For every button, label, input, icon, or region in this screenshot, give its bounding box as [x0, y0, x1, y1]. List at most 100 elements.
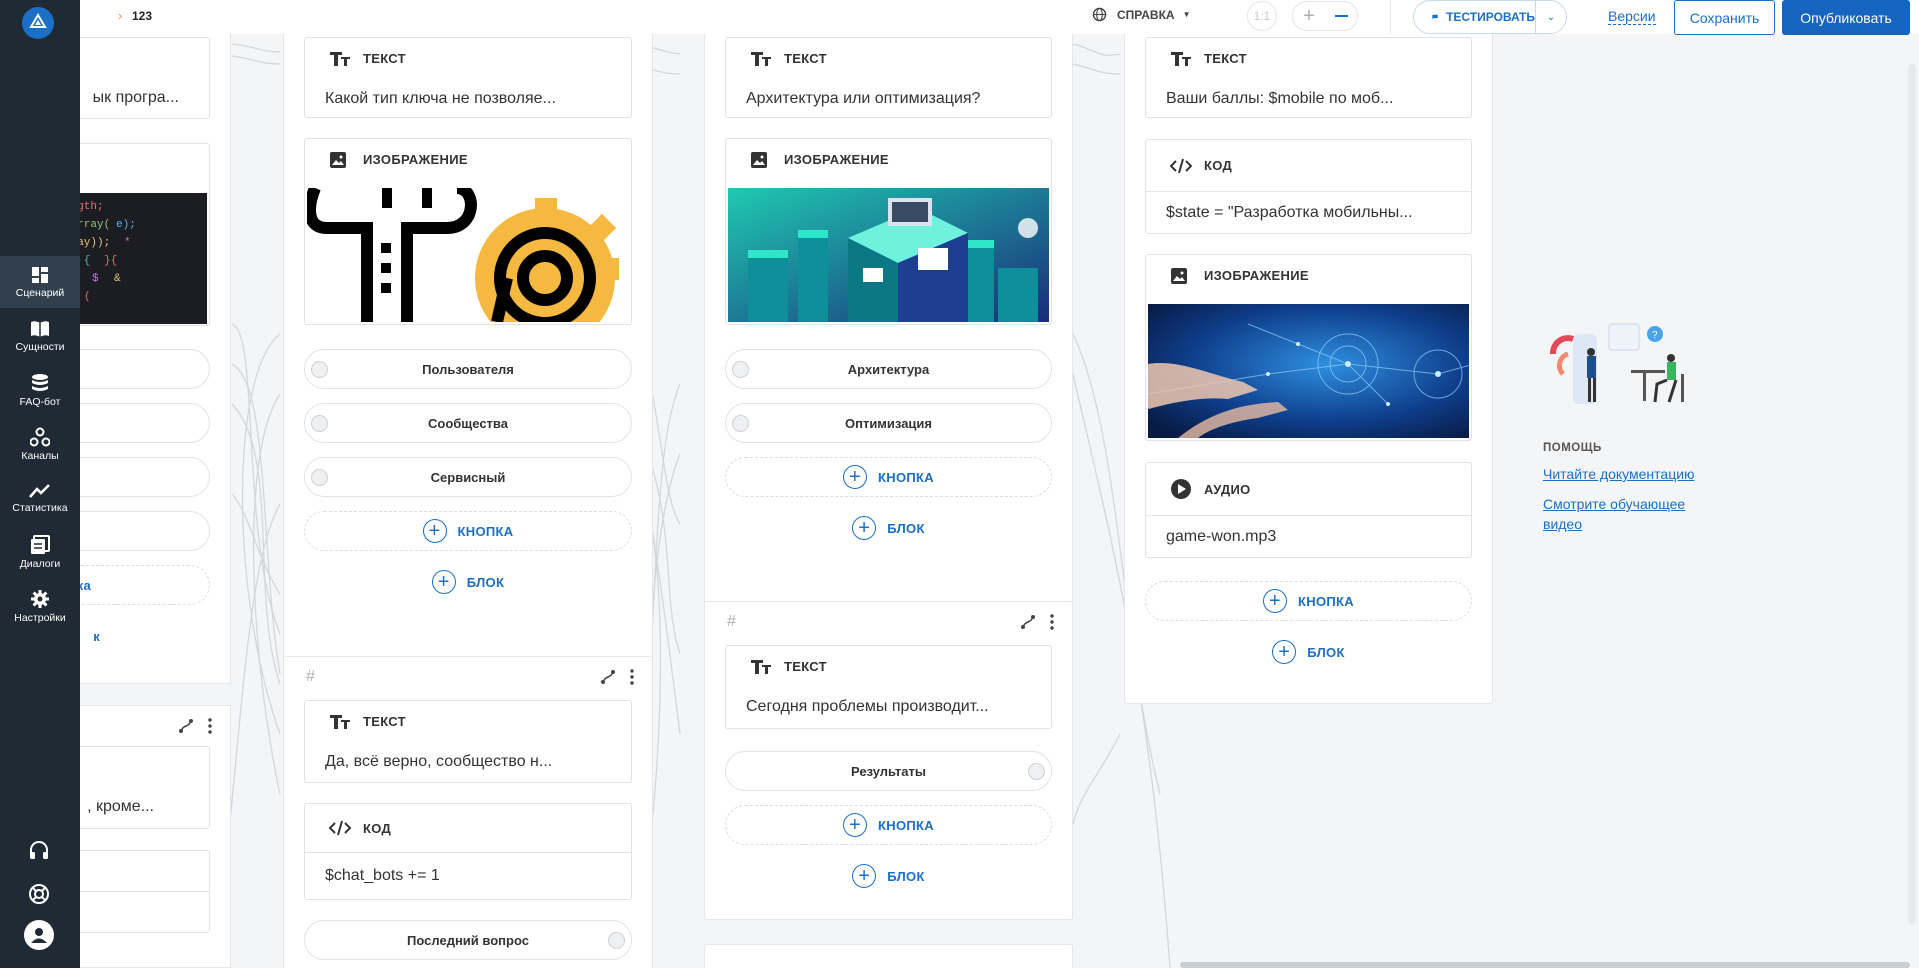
- choice-button-label: Последний вопрос: [407, 932, 529, 948]
- text-block[interactable]: ТЕКСТ Какой тип ключа не позволяе...: [304, 37, 632, 118]
- choice-button[interactable]: Сообщества: [304, 403, 632, 443]
- text-content: ык програ...: [92, 89, 179, 106]
- scenario-card[interactable]: # ТЕКСТ Сегодня проблемы производит... Р…: [704, 601, 1073, 920]
- more-icon[interactable]: [630, 669, 634, 690]
- text-type-icon: [750, 659, 772, 675]
- zoom-reset-button[interactable]: 1:1: [1247, 1, 1277, 31]
- sidebar-item-label: Сценарий: [15, 286, 65, 299]
- save-button[interactable]: Сохранить: [1674, 0, 1775, 35]
- connector-handle[interactable]: [311, 469, 328, 486]
- scenario-card[interactable]: ТЕКСТ Ваши баллы: $mobile по моб... КОД …: [1124, 34, 1493, 704]
- connector-handle[interactable]: [608, 932, 625, 949]
- more-icon[interactable]: [1050, 614, 1054, 635]
- zoom-out-button[interactable]: [1325, 2, 1357, 30]
- text-block[interactable]: ык програ...: [80, 37, 210, 119]
- image-type-icon: [329, 151, 351, 169]
- route-icon[interactable]: [178, 718, 194, 739]
- text-block[interactable]: , кроме...: [80, 746, 210, 829]
- scenario-card[interactable]: ТЕКСТ Какой тип ключа не позволяе... ИЗО…: [283, 34, 653, 667]
- choice-button-label: Оптимизация: [844, 415, 933, 431]
- choice-button[interactable]: [80, 457, 210, 497]
- choice-button[interactable]: [80, 349, 210, 389]
- sidebar-item-statistics[interactable]: Статистика: [0, 472, 80, 524]
- connector-handle[interactable]: [1028, 763, 1045, 780]
- choice-button[interactable]: Пользователя: [304, 349, 632, 389]
- connector-handle[interactable]: [732, 415, 749, 432]
- scenario-card[interactable]: , кроме...: [80, 705, 231, 968]
- text-block[interactable]: ТЕКСТ Архитектура или оптимизация?: [725, 37, 1052, 118]
- add-button[interactable]: + КНОПКА: [725, 457, 1052, 497]
- api-keys-image: [307, 188, 629, 323]
- code-block[interactable]: КОД $chat_bots += 1: [304, 803, 632, 900]
- sidebar-item-label: Каналы: [21, 449, 59, 462]
- avatar[interactable]: [24, 920, 54, 950]
- text-content: Ваши баллы: $mobile по моб...: [1166, 90, 1394, 107]
- scenario-card[interactable]: [704, 944, 1073, 968]
- add-block-button[interactable]: + БЛОК: [705, 863, 1072, 889]
- text-block[interactable]: ТЕКСТ Сегодня проблемы производит...: [725, 645, 1052, 729]
- sidebar-item-scenario[interactable]: Сценарий: [0, 256, 80, 308]
- sidebar-item-label: Настройки: [14, 611, 66, 624]
- add-block-button[interactable]: + БЛОК: [284, 569, 652, 595]
- route-icon[interactable]: [1020, 614, 1036, 635]
- choice-button[interactable]: Результаты: [725, 751, 1052, 791]
- text-block[interactable]: ТЕКСТ Да, всё верно, сообщество н...: [304, 700, 632, 783]
- add-block-button[interactable]: + БЛОК: [705, 515, 1072, 541]
- block-type-label: ТЕКСТ: [1204, 51, 1247, 66]
- app-logo[interactable]: [22, 7, 54, 39]
- vertical-scrollbar[interactable]: [1908, 64, 1916, 924]
- video-tutorial-link[interactable]: Смотрите обучающее видео: [1543, 494, 1713, 534]
- text-block[interactable]: ТЕКСТ Ваши баллы: $mobile по моб...: [1145, 37, 1472, 118]
- breadcrumb[interactable]: 123: [132, 9, 152, 23]
- choice-button[interactable]: Последний вопрос: [304, 920, 632, 960]
- scenario-card[interactable]: ык програ... ength; _array(e); rray));* …: [80, 34, 231, 684]
- zoom-in-button[interactable]: +: [1293, 2, 1325, 30]
- choice-button[interactable]: [80, 403, 210, 443]
- code-block[interactable]: [80, 850, 210, 933]
- image-block[interactable]: ИЗОБРАЖЕНИЕ: [304, 138, 632, 325]
- test-options-chevron-icon[interactable]: ⌄: [1536, 12, 1566, 23]
- connector-handle[interactable]: [311, 361, 328, 378]
- sidebar-item-channels[interactable]: Каналы: [0, 418, 80, 470]
- image-block[interactable]: ИЗОБРАЖЕНИЕ: [725, 138, 1052, 325]
- scenario-canvas[interactable]: ык програ... ength; _array(e); rray));* …: [80, 34, 1919, 968]
- add-block-button[interactable]: + БЛОК: [1125, 639, 1492, 665]
- help-dropdown[interactable]: СПРАВКА ▼: [1092, 7, 1190, 22]
- support-icon[interactable]: [24, 879, 54, 909]
- choice-button[interactable]: Архитектура: [725, 349, 1052, 389]
- code-block[interactable]: КОД $state = "Разработка мобильны...: [1145, 139, 1472, 234]
- add-button[interactable]: + КНОПКА: [304, 511, 632, 551]
- choice-button[interactable]: Оптимизация: [725, 403, 1052, 443]
- docs-link[interactable]: Читайте документацию: [1543, 466, 1695, 482]
- connector-handle[interactable]: [311, 415, 328, 432]
- text-content: Архитектура или оптимизация?: [746, 90, 981, 107]
- sidebar-item-entities[interactable]: Сущности: [0, 310, 80, 362]
- test-button-group: ТЕСТИРОВАТЬ ⌄: [1413, 0, 1567, 34]
- connector-handle[interactable]: [732, 361, 749, 378]
- sidebar-item-dialogs[interactable]: Диалоги: [0, 526, 80, 578]
- sidebar-item-settings[interactable]: Настройки: [0, 580, 80, 632]
- help-label: СПРАВКА: [1117, 7, 1175, 22]
- image-block[interactable]: ИЗОБРАЖЕНИЕ: [1145, 254, 1472, 441]
- scenario-card[interactable]: # ТЕКСТ Да, всё верно, сообщество н... К…: [283, 656, 653, 968]
- choice-button[interactable]: Сервисный: [304, 457, 632, 497]
- image-block[interactable]: ength; _array(e); rray));* 1) {}{ 0;$& -…: [80, 143, 210, 326]
- audio-block[interactable]: АУДИО game-won.mp3: [1145, 462, 1472, 558]
- choice-button[interactable]: [80, 511, 210, 551]
- add-block-button[interactable]: к: [80, 623, 230, 649]
- test-button[interactable]: ТЕСТИРОВАТЬ: [1414, 1, 1536, 33]
- route-icon[interactable]: [600, 669, 616, 690]
- add-button[interactable]: + КНОПКА: [1145, 581, 1472, 621]
- block-type-label: ТЕКСТ: [363, 51, 406, 66]
- publish-button[interactable]: Опубликовать: [1782, 0, 1910, 35]
- sidebar-item-faq-bot[interactable]: FAQ-бот: [0, 364, 80, 416]
- horizontal-scrollbar[interactable]: [1180, 962, 1910, 968]
- versions-link[interactable]: Версии: [1608, 8, 1656, 25]
- add-button[interactable]: + КНОПКА: [725, 805, 1052, 845]
- add-button-label: КНОПКА: [457, 523, 514, 539]
- headset-icon[interactable]: [24, 836, 54, 866]
- scenario-card[interactable]: ТЕКСТ Архитектура или оптимизация? ИЗОБР…: [704, 34, 1073, 613]
- svg-text:ength;: ength;: [80, 201, 104, 213]
- add-button[interactable]: ка: [80, 565, 210, 605]
- more-icon[interactable]: [208, 718, 212, 739]
